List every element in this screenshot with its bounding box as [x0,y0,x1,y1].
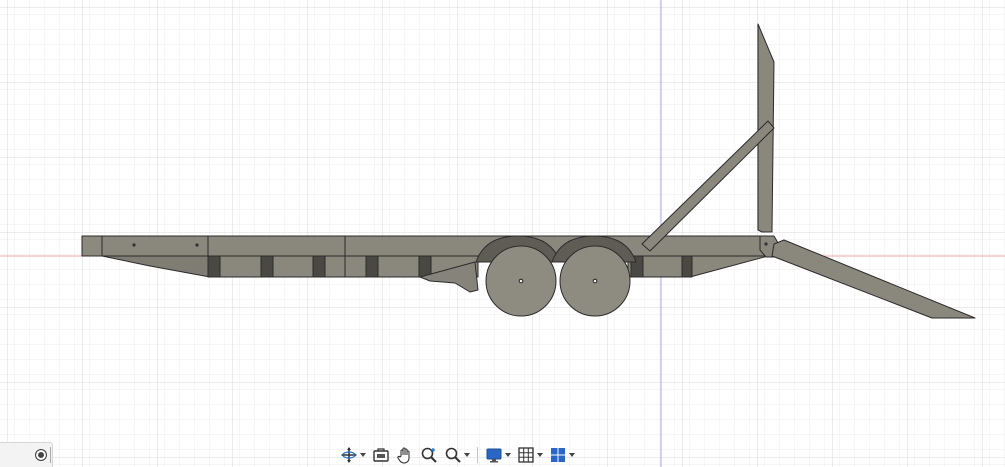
bolt [132,243,136,247]
chevron-down-icon [537,453,543,457]
chevron-down-icon [360,453,366,457]
display-settings-icon [485,446,503,464]
divider [477,447,478,463]
viewports-icon [549,446,567,464]
fit-icon [444,446,462,464]
grid [0,0,1005,467]
zoom-icon [420,446,438,464]
fit-button[interactable] [442,444,472,466]
display-settings-button[interactable] [483,444,513,466]
grid-settings-icon [517,446,535,464]
timeline-marker-icon[interactable] [35,449,47,461]
divider [50,447,51,463]
pan-icon [396,446,414,464]
zoom-button[interactable] [418,444,440,466]
pan-button[interactable] [394,444,416,466]
navigation-toolbar [338,443,577,467]
orbit-button[interactable] [338,444,368,466]
grid-settings-button[interactable] [515,444,545,466]
canvas-viewport[interactable] [0,0,1005,467]
timeline-panel[interactable] [0,442,53,467]
orbit-icon [340,446,358,464]
look-at-icon [372,446,390,464]
bolt [195,243,199,247]
tongue [81,235,105,257]
deck-rail [101,235,769,257]
chevron-down-icon [464,453,470,457]
look-at-button[interactable] [370,444,392,466]
chevron-down-icon [505,453,511,457]
chevron-down-icon [569,453,575,457]
viewports-button[interactable] [547,444,577,466]
